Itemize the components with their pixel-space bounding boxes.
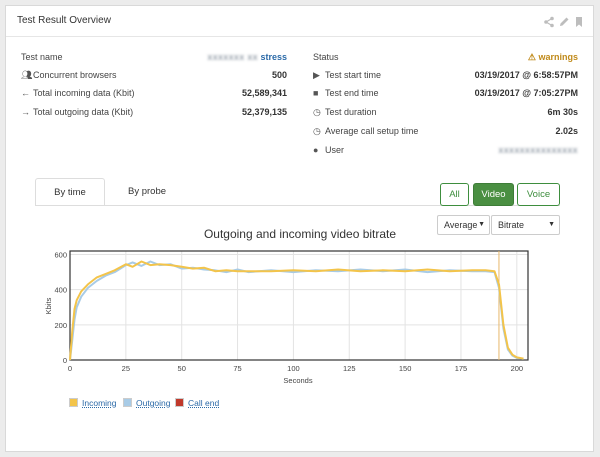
x-tick-label: 75: [233, 364, 241, 373]
x-tick-label: 0: [68, 364, 72, 373]
y-tick-label: 400: [54, 286, 67, 295]
legend-incoming[interactable]: Incoming: [69, 397, 117, 409]
legend-outgoing-label: Outgoing: [136, 398, 171, 408]
y-tick-label: 0: [63, 356, 67, 365]
x-tick-label: 100: [287, 364, 300, 373]
series-line-outgoing: [69, 260, 524, 361]
x-tick-label: 200: [511, 364, 524, 373]
x-tick-label: 150: [399, 364, 412, 373]
plot-frame: [69, 250, 529, 361]
x-axis-label: Seconds: [283, 376, 312, 385]
legend-call-end-swatch: [175, 398, 184, 407]
legend-incoming-swatch: [69, 398, 78, 407]
y-tick-label: 600: [54, 251, 67, 260]
legend-outgoing[interactable]: Outgoing: [123, 397, 171, 409]
y-tick-label: 200: [54, 321, 67, 330]
legend-call-end[interactable]: Call end: [175, 397, 219, 409]
x-tick-label: 175: [455, 364, 468, 373]
chart-title: Outgoing and incoming video bitrate: [204, 227, 396, 241]
series-line-incoming: [69, 260, 524, 361]
x-tick-label: 25: [122, 364, 130, 373]
legend-call-end-label: Call end: [188, 398, 220, 408]
x-tick-label: 50: [178, 364, 186, 373]
y-axis-label: Kbits: [44, 297, 53, 314]
bitrate-chart: Outgoing and incoming video bitrate 0 25 5…: [44, 227, 529, 385]
legend-incoming-label: Incoming: [82, 398, 117, 408]
legend-outgoing-swatch: [123, 398, 132, 407]
x-tick-label: 125: [343, 364, 356, 373]
